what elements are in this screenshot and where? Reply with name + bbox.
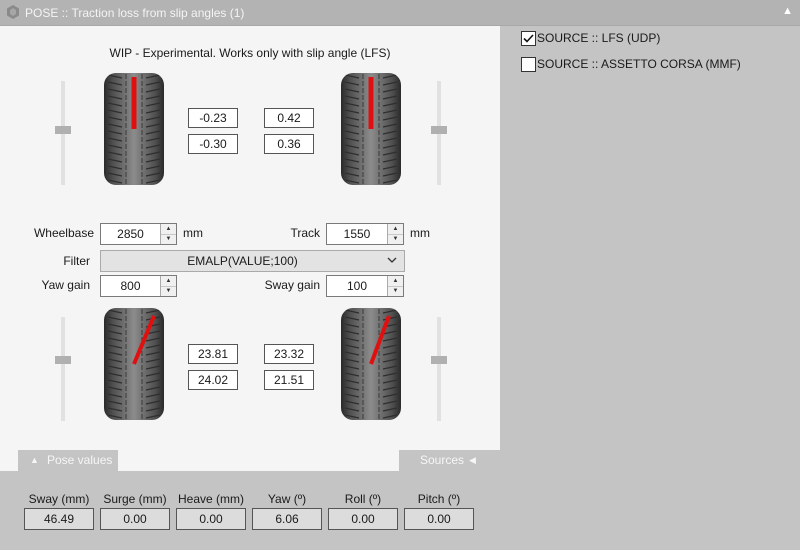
pose-value-pitch: 0.00 xyxy=(404,508,474,530)
rear-right-slider-thumb[interactable] xyxy=(431,356,447,364)
cog-icon xyxy=(7,5,19,19)
pose-label-yaw: Yaw (º) xyxy=(267,492,307,506)
tire-front-right xyxy=(341,73,401,185)
front-right-slider-thumb[interactable] xyxy=(431,126,447,134)
pose-values-area: Sway (mm) 46.49 Surge (mm) 0.00 Heave (m… xyxy=(0,471,500,550)
sway-gain-label: Sway gain xyxy=(264,278,320,292)
wheelbase-unit: mm xyxy=(183,226,203,240)
title-bar: POSE :: Traction loss from slip angles (… xyxy=(0,0,800,26)
source-assetto-label[interactable]: SOURCE :: ASSETTO CORSA (MMF) xyxy=(537,57,741,71)
rear-left-value-1: 23.81 xyxy=(188,344,238,364)
pose-label-sway: Sway (mm) xyxy=(28,492,90,506)
source-lfs-checkbox[interactable] xyxy=(521,31,536,46)
pose-value-yaw: 6.06 xyxy=(252,508,322,530)
pose-panel: WIP - Experimental. Works only with slip… xyxy=(0,26,500,450)
window-title: POSE :: Traction loss from slip angles (… xyxy=(25,6,245,20)
filter-label: Filter xyxy=(63,254,90,268)
pose-value-heave: 0.00 xyxy=(176,508,246,530)
wheelbase-label: Wheelbase xyxy=(33,226,94,240)
wheelbase-value[interactable]: 2850 xyxy=(101,224,160,244)
rear-right-value-2: 21.51 xyxy=(264,370,314,390)
tab-pose-values-label: Pose values xyxy=(47,453,113,467)
spin-down-icon[interactable]: ▼ xyxy=(161,234,176,244)
triangle-up-icon: ▲ xyxy=(30,455,39,465)
track-value[interactable]: 1550 xyxy=(327,224,387,244)
pose-label-roll: Roll (º) xyxy=(344,492,382,506)
filter-select[interactable]: EMALP(VALUE;100) xyxy=(100,250,405,272)
rear-right-value-1: 23.32 xyxy=(264,344,314,364)
pose-value-roll: 0.00 xyxy=(328,508,398,530)
source-assetto-checkbox[interactable] xyxy=(521,57,536,72)
track-spinner[interactable]: 1550 ▲ ▼ xyxy=(326,223,404,245)
wheelbase-spinner[interactable]: 2850 ▲ ▼ xyxy=(100,223,177,245)
spin-down-icon[interactable]: ▼ xyxy=(388,234,403,244)
triangle-up-icon[interactable]: ▲ xyxy=(782,5,793,17)
rear-right-slider[interactable] xyxy=(437,317,441,421)
source-lfs-label[interactable]: SOURCE :: LFS (UDP) xyxy=(537,31,660,45)
pose-label-pitch: Pitch (º) xyxy=(417,492,461,506)
sway-gain-value[interactable]: 100 xyxy=(327,276,387,296)
tire-rear-left xyxy=(104,308,164,420)
filter-value[interactable]: EMALP(VALUE;100) xyxy=(101,251,384,271)
tab-sources[interactable]: Sources ◀ xyxy=(399,450,500,471)
rear-left-slider[interactable] xyxy=(61,317,65,421)
yaw-gain-label: Yaw gain xyxy=(41,278,90,292)
tab-sources-label: Sources xyxy=(420,453,465,467)
rear-left-value-2: 24.02 xyxy=(188,370,238,390)
tab-pose-values[interactable]: ▲ Pose values xyxy=(18,450,118,471)
pose-value-sway: 46.49 xyxy=(24,508,94,530)
tire-front-left xyxy=(104,73,164,185)
rear-left-slider-thumb[interactable] xyxy=(55,356,71,364)
front-left-slider-thumb[interactable] xyxy=(55,126,71,134)
sway-gain-spinner[interactable]: 100 ▲ ▼ xyxy=(326,275,404,297)
spin-down-icon[interactable]: ▼ xyxy=(388,286,403,296)
front-right-value-2: 0.36 xyxy=(264,134,314,154)
front-left-value-1: -0.23 xyxy=(188,108,238,128)
front-left-value-2: -0.30 xyxy=(188,134,238,154)
yaw-gain-value[interactable]: 800 xyxy=(101,276,160,296)
front-right-value-1: 0.42 xyxy=(264,108,314,128)
checkmark-icon xyxy=(523,34,534,43)
caption-text: WIP - Experimental. Works only with slip… xyxy=(109,46,391,60)
track-label: Track xyxy=(290,226,320,240)
tire-rear-right xyxy=(341,308,401,420)
pose-label-heave: Heave (mm) xyxy=(177,492,244,506)
triangle-left-icon: ◀ xyxy=(469,455,476,465)
spin-down-icon[interactable]: ▼ xyxy=(161,286,176,296)
chevron-down-icon[interactable] xyxy=(386,254,398,266)
pose-label-surge: Surge (mm) xyxy=(103,492,167,506)
pose-value-surge: 0.00 xyxy=(100,508,170,530)
tab-bar: ▲ Pose values Sources ◀ xyxy=(0,450,500,471)
yaw-gain-spinner[interactable]: 800 ▲ ▼ xyxy=(100,275,177,297)
track-unit: mm xyxy=(410,226,430,240)
